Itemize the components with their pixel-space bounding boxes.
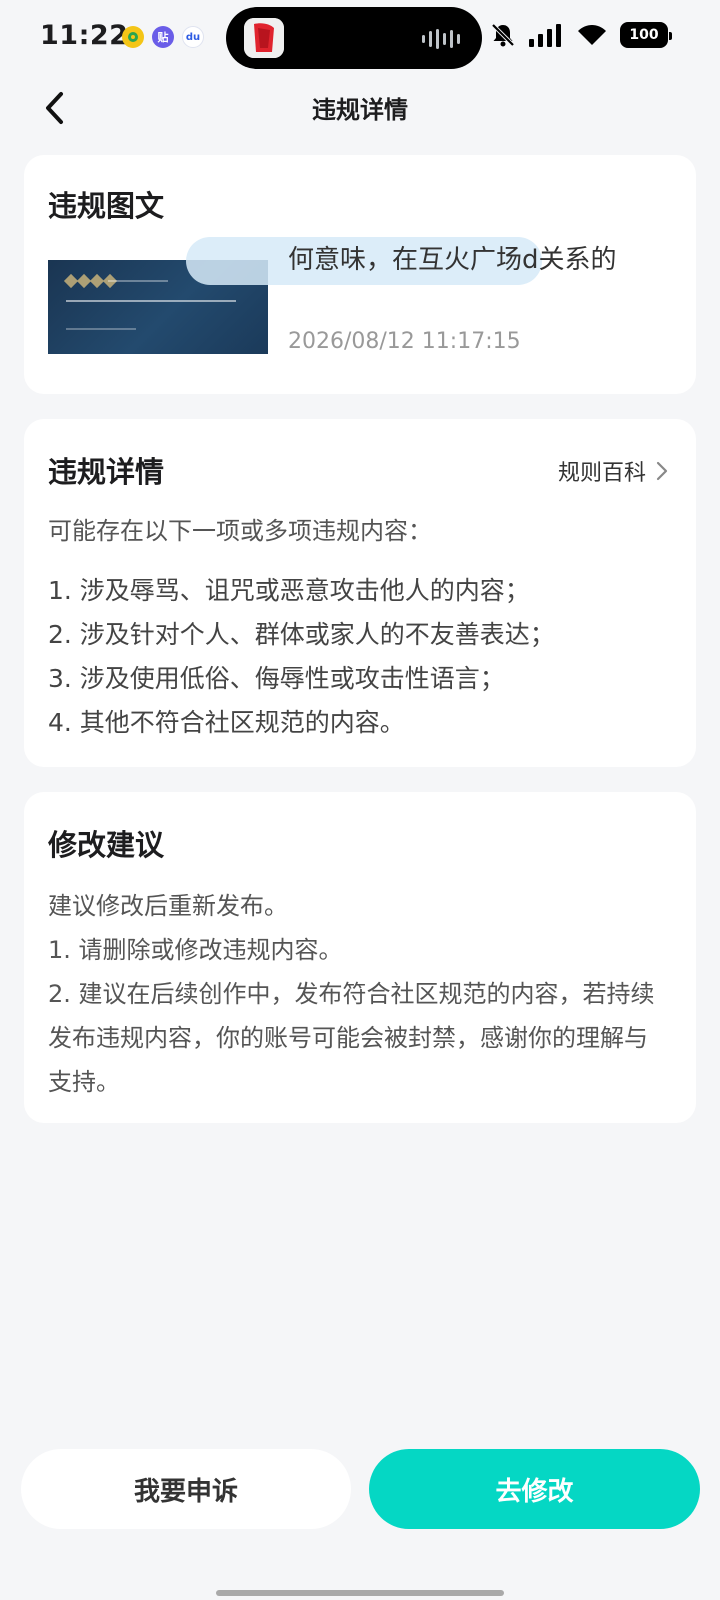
modify-button[interactable]: 去修改 (369, 1449, 700, 1529)
thumbnail-line (66, 328, 136, 330)
audio-wave-icon (422, 29, 460, 49)
rules-wiki-label: 规则百科 (557, 461, 646, 486)
suggestion-line: 2. 建议在后续创作中，发布符合社区规范的内容，若持续发布违规内容，你的账号可能… (48, 980, 655, 1096)
battery-icon: 100 (620, 22, 672, 48)
list-item: 4. 其他不符合社区规范的内容。 (48, 708, 405, 737)
violation-details-card: 违规详情 规则百科 可能存在以下一项或多项违规内容： 1. 涉及辱骂、诅咒或恶意… (24, 419, 696, 767)
thumbnail-line (108, 280, 168, 282)
suggestion-line: 1. 请删除或修改违规内容。 (48, 936, 343, 964)
home-indicator[interactable] (216, 1590, 504, 1596)
suggestion-card: 修改建议 建议修改后重新发布。 1. 请删除或修改违规内容。 2. 建议在后续创… (24, 792, 696, 1123)
appeal-button[interactable]: 我要申诉 (21, 1449, 351, 1529)
violating-post-card: 违规图文 何意味，在互火广场d关系的 2026/08/12 11:17:15 (24, 155, 696, 394)
status-bar: 11:22 贴 du 100 (0, 0, 720, 80)
suggestion-body: 建议修改后重新发布。 1. 请删除或修改违规内容。 2. 建议在后续创作中，发布… (48, 884, 668, 1104)
baidu-glyph: du (185, 31, 201, 43)
music-app-icon (122, 26, 144, 48)
system-status: 100 (490, 22, 672, 48)
wifi-icon (578, 25, 606, 45)
list-item: 2. 涉及针对个人、群体或家人的不友善表达； (48, 620, 555, 649)
post-card-title: 违规图文 (48, 189, 165, 223)
battery-level: 100 (629, 27, 659, 43)
list-item: 1. 涉及辱骂、诅咒或恶意攻击他人的内容； (48, 576, 530, 605)
post-timestamp: 2026/08/12 11:17:15 (288, 329, 521, 354)
violation-list: 1. 涉及辱骂、诅咒或恶意攻击他人的内容； 2. 涉及针对个人、群体或家人的不友… (48, 569, 555, 745)
baidu-app-icon: du (182, 26, 204, 48)
tieba-app-icon: 贴 (152, 26, 174, 48)
now-playing-thumbnail (244, 18, 284, 58)
suggestion-card-title: 修改建议 (48, 828, 165, 862)
notification-icons: 贴 du (122, 26, 204, 48)
header: 违规详情 (0, 80, 720, 136)
list-item: 3. 涉及使用低俗、侮辱性或攻击性语言； (48, 664, 505, 693)
chevron-right-icon (656, 461, 668, 481)
violation-card-title: 违规详情 (48, 455, 165, 489)
signal-icon (529, 24, 561, 47)
suggestion-line: 建议修改后重新发布。 (48, 892, 288, 920)
rules-wiki-link[interactable]: 规则百科 (558, 455, 668, 487)
status-time: 11:22 (40, 20, 129, 51)
violation-intro: 可能存在以下一项或多项违规内容： (48, 517, 432, 545)
post-text: 何意味，在互火广场d关系的 (288, 245, 617, 275)
page-title: 违规详情 (312, 96, 408, 124)
dynamic-island[interactable] (226, 7, 482, 69)
bell-muted-icon (491, 23, 515, 47)
thumbnail-line (66, 300, 236, 302)
